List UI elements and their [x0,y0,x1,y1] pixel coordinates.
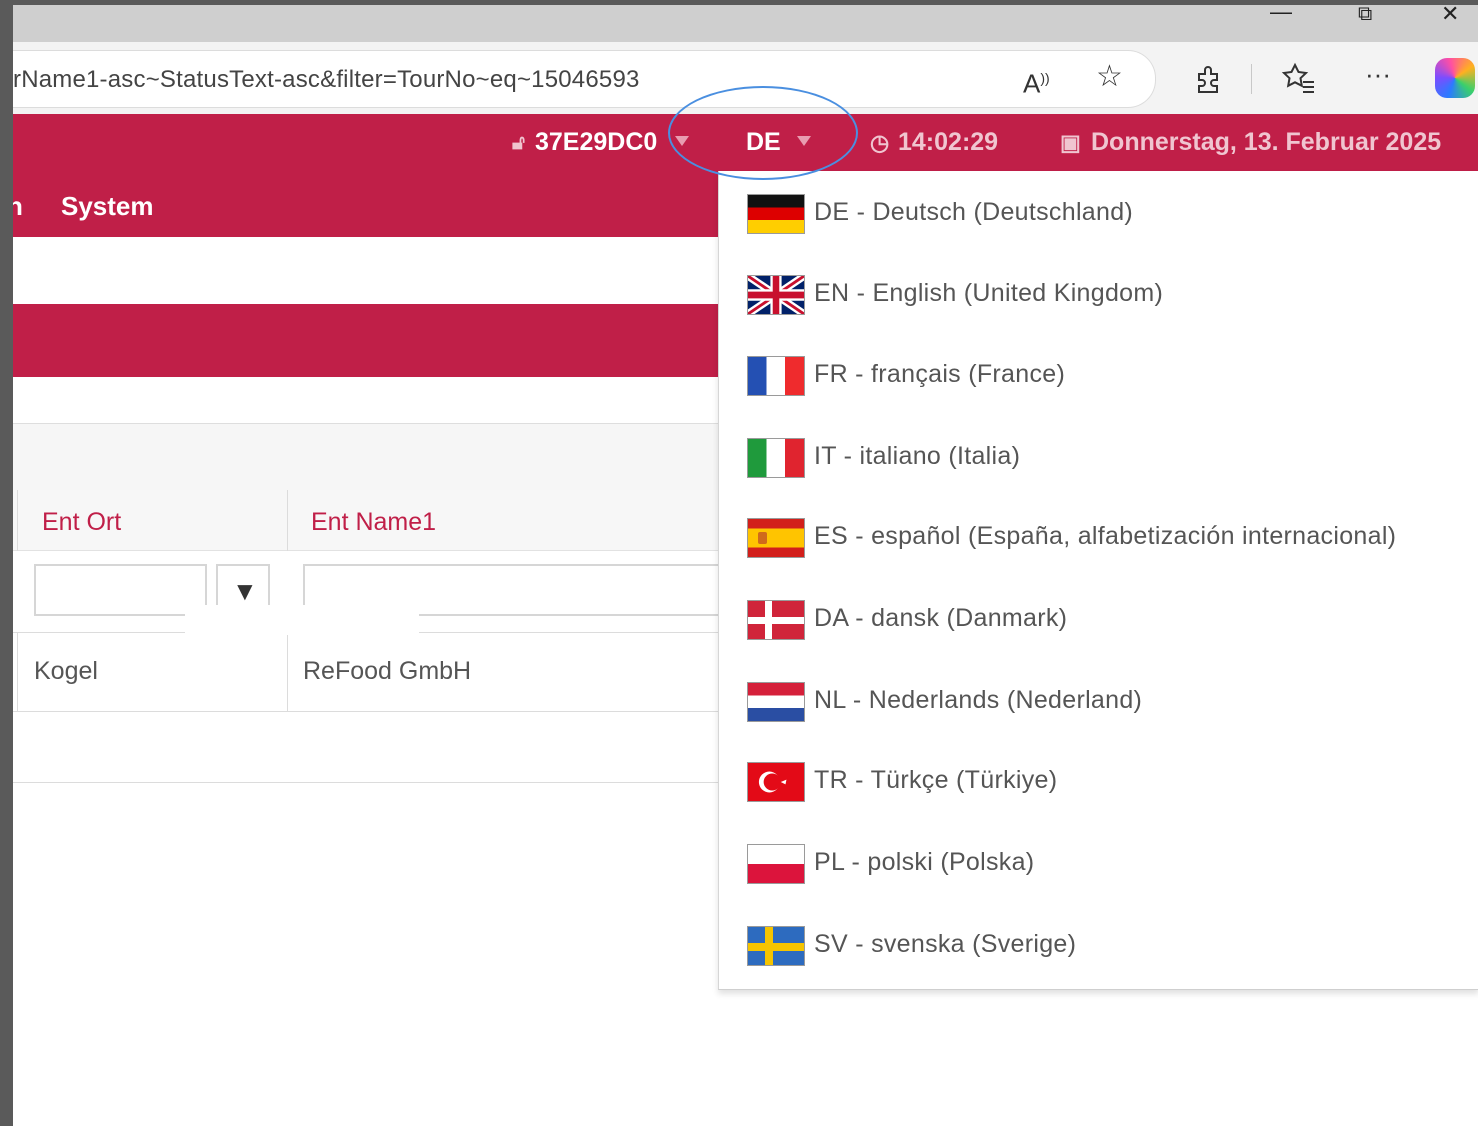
language-option-en[interactable]: EN - English (United Kingdom) [719,275,1478,355]
turkey-flag-icon [747,762,805,802]
cell-ent-name1: ReFood GmbH [303,657,472,685]
language-option-fr[interactable]: FR - français (France) [719,356,1478,436]
language-option-it[interactable]: IT - italiano (Italia) [719,438,1478,518]
cell-ent-ort: Kogel [34,657,98,685]
poland-flag-icon [747,844,805,884]
grid-header: Ent Ort Ent Name1 [13,490,718,551]
language-option-da[interactable]: DA - dansk (Danmark) [719,600,1478,680]
language-option-label: IT - italiano (Italia) [814,442,1021,470]
session-id: 37E29DC0 [535,128,658,156]
close-window-button[interactable]: ✕ [1441,3,1459,29]
section-title-bar [13,304,718,377]
language-option-label: DE - Deutsch (Deutschland) [814,198,1134,226]
restore-button[interactable]: ⧉ [1358,4,1372,29]
nav-item-system[interactable]: System [61,191,154,222]
filter-funnel-icon: ▼ [232,576,258,606]
read-aloud-icon[interactable]: A)) [1023,64,1050,98]
italy-flag-icon [747,438,805,478]
language-option-label: DA - dansk (Danmark) [814,604,1068,632]
language-option-label: ES - español (España, alfabetización int… [814,522,1397,550]
filter-row-gap [185,605,419,635]
toolbar-separator [1251,64,1252,94]
filter-row: ▼ [13,551,723,635]
grid-footer-divider [13,782,718,783]
table-row[interactable]: Kogel ReFood GmbH [13,633,718,712]
highlight-ring-annotation [668,86,858,180]
sweden-flag-icon [747,926,805,966]
language-option-label: SV - svenska (Sverige) [814,930,1077,958]
clock-icon: ◷ [870,130,890,155]
minimize-button[interactable]: — [1270,1,1292,27]
url-text[interactable]: rName1-asc~StatusText-asc&filter=TourNo~… [13,66,640,94]
france-flag-icon [747,356,805,396]
language-option-label: PL - polski (Polska) [814,848,1035,876]
language-option-tr[interactable]: TR - Türkçe (Türkiye) [719,762,1478,842]
language-option-pl[interactable]: PL - polski (Polska) [719,844,1478,924]
language-option-es[interactable]: ES - español (España, alfabetización int… [719,518,1478,598]
column-header-ent-name1[interactable]: Ent Name1 [311,508,436,537]
calendar-icon: ▣ [1060,130,1081,155]
denmark-flag-icon [747,600,805,640]
netherlands-flag-icon [747,682,805,722]
column-header-ent-ort[interactable]: Ent Ort [42,508,121,537]
language-option-nl[interactable]: NL - Nederlands (Nederland) [719,682,1478,762]
main-nav: n System [7,171,718,237]
screen-border-top [0,0,1478,5]
address-bar[interactable]: rName1-asc~StatusText-asc&filter=TourNo~… [13,50,1156,108]
favorite-star-icon[interactable]: ☆ [1096,62,1123,92]
germany-flag-icon [747,194,805,234]
favorites-list-icon[interactable] [1281,62,1315,99]
screen-border-left [0,0,13,1126]
more-menu-icon[interactable]: ··· [1365,60,1391,88]
language-option-de[interactable]: DE - Deutsch (Deutschland) [719,194,1478,274]
language-option-sv[interactable]: SV - svenska (Sverige) [719,926,1478,1006]
lock-icon: 🔓︎ [512,132,525,154]
extensions-icon[interactable] [1193,64,1223,99]
current-time: 14:02:29 [898,128,999,156]
spain-flag-icon [747,518,805,558]
current-date: Donnerstag, 13. Februar 2025 [1091,128,1442,156]
uk-flag-icon [747,275,805,315]
language-dropdown: DE - Deutsch (Deutschland) EN - English … [718,171,1478,990]
grid-toolbar [13,423,718,491]
copilot-icon[interactable] [1435,58,1475,98]
language-option-label: TR - Türkçe (Türkiye) [814,766,1058,794]
ent-ort-filter-input[interactable] [34,564,207,616]
language-option-label: EN - English (United Kingdom) [814,279,1164,307]
language-option-label: NL - Nederlands (Nederland) [814,686,1143,714]
browser-titlebar: — ⧉ ✕ [13,1,1478,42]
language-option-label: FR - français (France) [814,360,1066,388]
